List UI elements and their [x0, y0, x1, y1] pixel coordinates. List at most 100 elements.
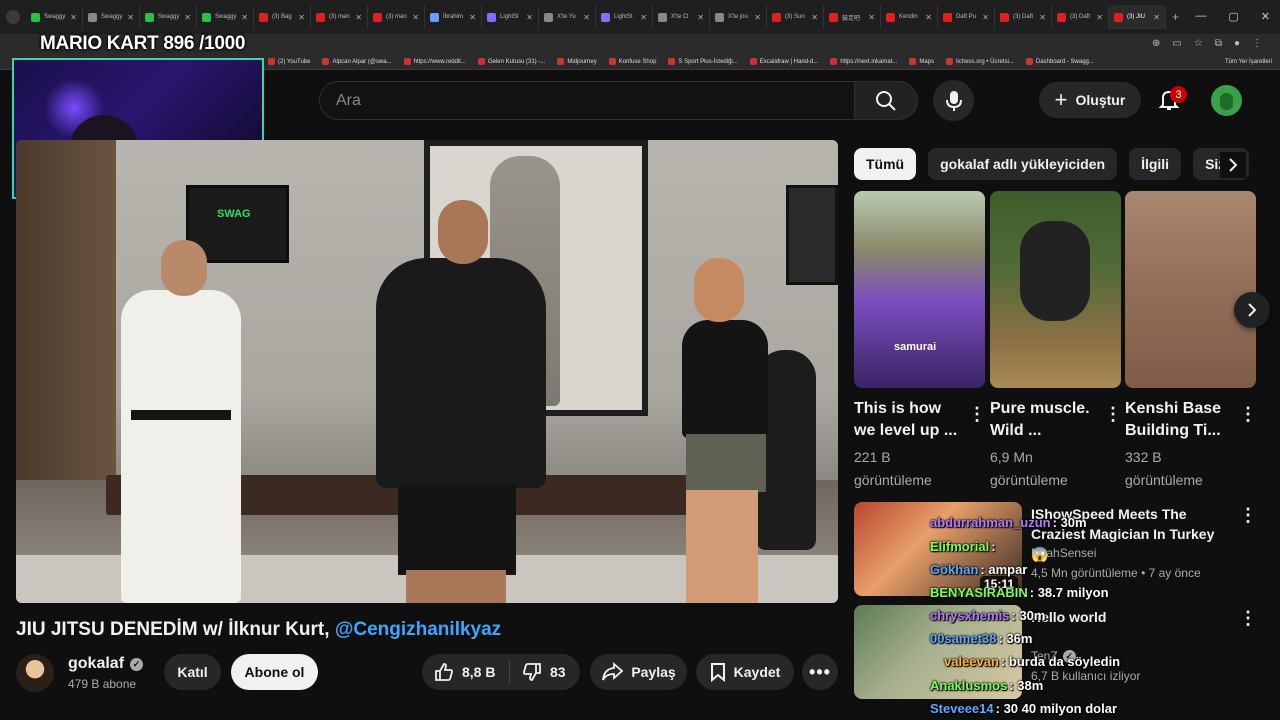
browser-tab[interactable]: (3) JIU ✕ [1109, 5, 1166, 29]
bookmark-item[interactable]: https://www.reddit... [403, 58, 466, 65]
dislike-button[interactable]: 83 [510, 662, 566, 682]
browser-tab[interactable]: Kendin ✕ [881, 5, 938, 29]
close-tab-icon[interactable]: ✕ [298, 13, 305, 22]
chip-from-uploader[interactable]: gokalaf adlı yükleyiciden [928, 148, 1118, 180]
close-tab-icon[interactable]: ✕ [526, 13, 533, 22]
browser-tab[interactable]: Swaggy ✕ [197, 5, 254, 29]
tab-search-icon[interactable] [6, 10, 20, 24]
account-avatar[interactable] [1211, 85, 1242, 116]
chip-related[interactable]: İlgili [1129, 148, 1182, 180]
channel-name-row[interactable]: gokalaf ✓ [68, 655, 144, 673]
close-tab-icon[interactable]: ✕ [127, 13, 134, 22]
join-button[interactable]: Katıl [164, 654, 221, 690]
close-tab-icon[interactable]: ✕ [184, 13, 191, 22]
like-button[interactable]: 8,8 B [422, 660, 510, 684]
short-menu-button[interactable]: ⋮ [968, 403, 986, 425]
bookmark-item[interactable]: Excalidraw | Hand-d... [749, 58, 818, 65]
browser-tab[interactable]: Daft Pu ✕ [938, 5, 995, 29]
browser-tab[interactable]: X'te jou ✕ [710, 5, 767, 29]
cast-icon[interactable]: ▭ [1172, 38, 1181, 49]
share-button[interactable]: Paylaş [590, 654, 687, 690]
zoom-icon[interactable]: ⊕ [1152, 38, 1160, 49]
short-title[interactable]: Kenshi Base Building Ti... [1125, 398, 1229, 442]
browser-tab[interactable]: Swaggy ✕ [26, 5, 83, 29]
short-title[interactable]: Pure muscle. Wild ... [990, 398, 1094, 442]
search-input[interactable]: Ara [319, 81, 855, 120]
channel-name[interactable]: gokalaf [68, 655, 124, 673]
video-player[interactable]: SWAG [16, 140, 838, 603]
recommendation-title[interactable]: Hello world [1031, 607, 1231, 627]
chip-all[interactable]: Tümü [854, 148, 917, 180]
close-tab-icon[interactable]: ✕ [1153, 13, 1160, 22]
short-menu-button[interactable]: ⋮ [1239, 403, 1257, 425]
close-tab-icon[interactable]: ✕ [241, 13, 248, 22]
all-bookmarks-link[interactable]: Tüm Yer İşaretleri [1225, 59, 1272, 65]
close-tab-icon[interactable]: ✕ [925, 13, 932, 22]
more-actions-button[interactable]: ••• [802, 654, 838, 690]
recommendation-channel[interactable]: NoahSensei [1031, 546, 1096, 560]
browser-tab[interactable]: Swaggy ✕ [140, 5, 197, 29]
bookmark-item[interactable]: Konfuse Shop [608, 58, 656, 65]
browser-tab[interactable]: (3) Sun ✕ [767, 5, 824, 29]
search-button[interactable] [855, 81, 918, 120]
short-item[interactable]: samurai This is how we level up ... 221 … [854, 191, 986, 492]
close-tab-icon[interactable]: ✕ [412, 13, 419, 22]
browser-tab[interactable]: X'te Yu ✕ [539, 5, 596, 29]
shorts-next-button[interactable] [1234, 292, 1270, 328]
bookmark-item[interactable]: Gelen Kutusu (31) -... [477, 58, 545, 65]
short-thumbnail[interactable] [1125, 191, 1256, 388]
recommendation-menu-button[interactable]: ⋮ [1239, 607, 1257, 629]
browser-tab[interactable]: LightSt ✕ [482, 5, 539, 29]
close-tab-icon[interactable]: ✕ [640, 13, 647, 22]
short-thumbnail[interactable]: samurai [854, 191, 985, 388]
minimize-icon[interactable]: — [1195, 10, 1206, 23]
bookmark-item[interactable]: lichess.org • Ücretsi... [946, 58, 1014, 65]
browser-tab[interactable]: (3) man ✕ [368, 5, 425, 29]
create-button[interactable]: + Oluştur [1039, 82, 1141, 118]
close-tab-icon[interactable]: ✕ [1039, 13, 1046, 22]
bookmark-item[interactable]: Alpcan Alpar (@swa... [322, 58, 392, 65]
bookmark-item[interactable]: Maps [909, 58, 934, 65]
recommendation-menu-button[interactable]: ⋮ [1239, 504, 1257, 526]
bookmark-item[interactable]: Dashboard - Swagg... [1025, 58, 1094, 65]
chips-next-button[interactable] [1220, 152, 1246, 178]
extensions-icon[interactable]: ⧉ [1215, 38, 1222, 49]
browser-tab[interactable]: LightSt ✕ [596, 5, 653, 29]
close-tab-icon[interactable]: ✕ [70, 13, 77, 22]
subscribe-button[interactable]: Abone ol [231, 654, 318, 690]
browser-tab[interactable]: Swaggy ✕ [83, 5, 140, 29]
new-tab-icon[interactable]: + [1172, 10, 1179, 24]
browser-tab[interactable]: (3) man ✕ [311, 5, 368, 29]
bookmark-item[interactable]: https://next.inkamat... [830, 58, 897, 65]
save-button[interactable]: Kaydet [696, 654, 794, 690]
browser-tab[interactable]: (3) Daft ✕ [1052, 5, 1109, 29]
close-tab-icon[interactable]: ✕ [811, 13, 818, 22]
close-tab-icon[interactable]: ✕ [697, 13, 704, 22]
browser-tab[interactable]: İbrahim ✕ [425, 5, 482, 29]
bookmark-item[interactable]: Midjourney [557, 58, 597, 65]
short-item[interactable]: Pure muscle. Wild ... 6,9 Mn görüntüleme… [990, 191, 1122, 492]
close-tab-icon[interactable]: ✕ [868, 13, 875, 22]
close-tab-icon[interactable]: ✕ [469, 13, 476, 22]
browser-tab[interactable]: 鼓足吧 ✕ [824, 5, 881, 29]
short-thumbnail[interactable] [990, 191, 1121, 388]
close-window-icon[interactable]: ✕ [1261, 10, 1270, 23]
mention-link[interactable]: @Cengizhanilkyaz [335, 619, 501, 640]
bookmark-star-icon[interactable]: ☆ [1194, 38, 1203, 49]
channel-avatar[interactable] [16, 654, 54, 692]
voice-search-button[interactable] [933, 80, 974, 121]
close-tab-icon[interactable]: ✕ [754, 13, 761, 22]
browser-tab[interactable]: (3) Bag ✕ [254, 5, 311, 29]
close-tab-icon[interactable]: ✕ [1096, 13, 1103, 22]
browser-tab[interactable]: (3) Daft ✕ [995, 5, 1052, 29]
short-menu-button[interactable]: ⋮ [1104, 403, 1122, 425]
close-tab-icon[interactable]: ✕ [583, 13, 590, 22]
browser-menu-icon[interactable]: ⋮ [1252, 38, 1262, 49]
browser-tab[interactable]: X'te Cl ✕ [653, 5, 710, 29]
close-tab-icon[interactable]: ✕ [982, 13, 989, 22]
profile-icon[interactable]: ● [1234, 38, 1240, 49]
maximize-icon[interactable]: ▢ [1228, 10, 1238, 23]
recommendation-item[interactable]: Hello world TenZ ✓ 6,7 B kullanıcı izliyo… [854, 605, 1257, 700]
close-tab-icon[interactable]: ✕ [355, 13, 362, 22]
short-item[interactable]: Kenshi Base Building Ti... 332 B görüntü… [1125, 191, 1257, 492]
